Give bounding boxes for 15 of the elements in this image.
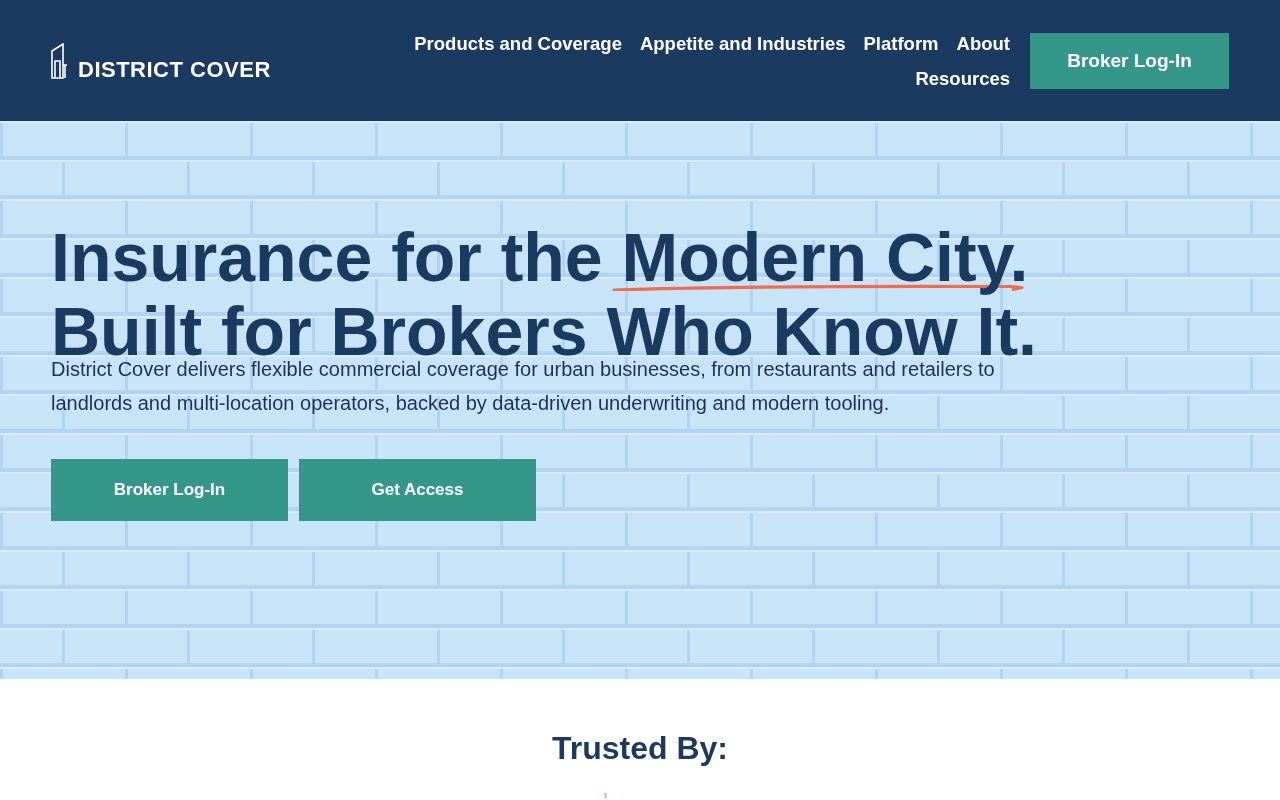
nav-link[interactable]: Resources [915,66,1010,90]
nav-link[interactable]: Appetite and Industries [639,31,846,55]
nav-link[interactable]: Products and Coverage [414,31,622,55]
headline-text: Insurance for the Modern City. [51,220,1029,294]
cta-button[interactable]: Get Access [299,459,536,521]
login-button[interactable]: Broker Log-In [1030,32,1229,89]
section-title: Trusted By: [552,729,728,767]
building-logo-icon [51,42,68,79]
nav-link[interactable]: Platform [863,31,939,55]
cta-button[interactable]: Broker Log-In [51,459,288,521]
nav-link[interactable]: About [956,31,1010,55]
cropped-logo [603,793,607,798]
logo-text[interactable]: DISTRICT COVER [78,60,271,79]
headline-text: Built for Brokers Who Know It. [51,306,1037,357]
hero-description: District Cover delivers flexible commercial coverage for urban businesses, from restaurants and retailers to landlords and multi-location operators, backed by data-driven underwriting and modern tooling. [51,357,996,416]
